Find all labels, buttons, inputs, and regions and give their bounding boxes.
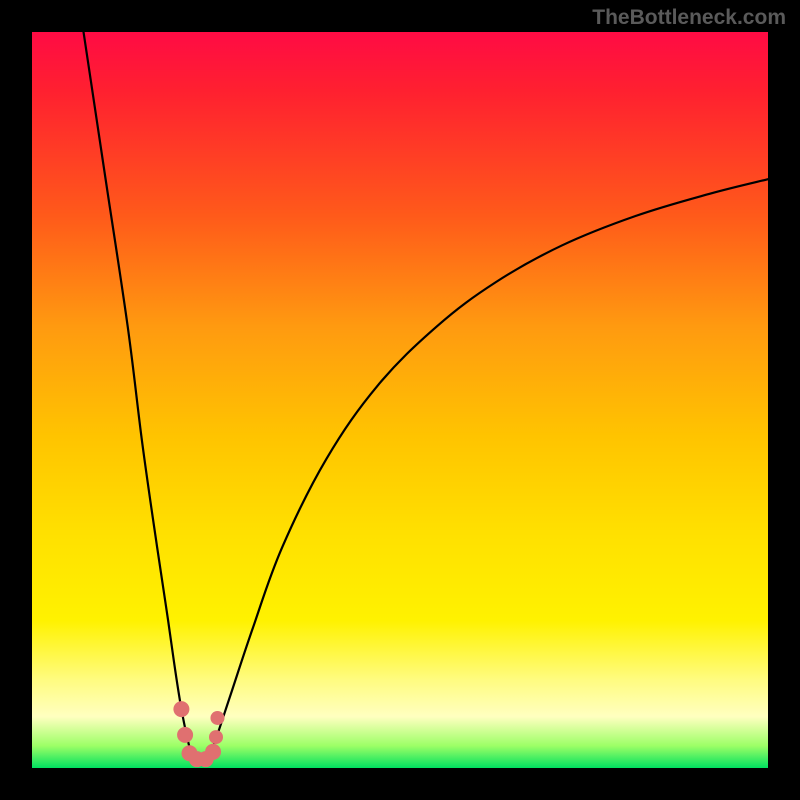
watermark-text: TheBottleneck.com bbox=[592, 6, 786, 30]
marker-opt-R-top bbox=[210, 711, 224, 725]
curve-right-branch bbox=[209, 179, 768, 757]
chart-frame: TheBottleneck.com bbox=[0, 0, 800, 800]
marker-opt-R-mid bbox=[209, 730, 223, 744]
marker-opt-L-top bbox=[173, 701, 189, 717]
curve-left-branch bbox=[84, 32, 194, 757]
marker-opt-R-bot bbox=[205, 744, 221, 760]
marker-opt-L-mid bbox=[177, 727, 193, 743]
chart-svg bbox=[32, 32, 768, 768]
chart-plot-area bbox=[32, 32, 768, 768]
